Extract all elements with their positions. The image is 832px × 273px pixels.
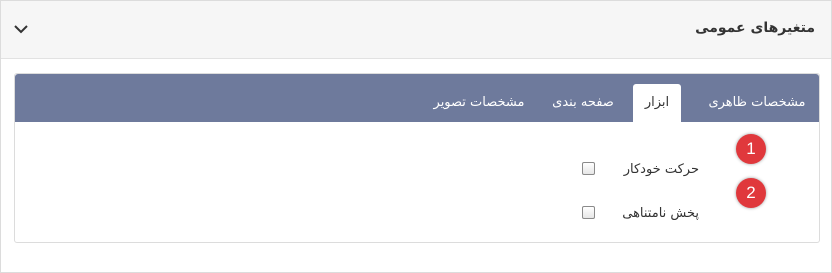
tab-tools[interactable]: ابزار	[633, 84, 681, 122]
autoplay-checkbox[interactable]	[582, 162, 595, 175]
general-variables-panel: متغیرهای عمومی مشخصات ظاهری ابزار صفحه ب…	[0, 0, 832, 273]
tab-appearance[interactable]: مشخصات ظاهری	[705, 84, 809, 122]
marker-badge-1: 1	[736, 134, 766, 164]
autoplay-label: حرکت خودکار	[623, 162, 699, 177]
tab-image-settings[interactable]: مشخصات تصویر	[425, 84, 533, 122]
infinite-loop-label: پخش نامتناهی	[622, 206, 699, 221]
option-row-infinite-loop: پخش نامتناهی	[15, 200, 819, 230]
chevron-down-icon[interactable]	[13, 23, 29, 35]
marker-badge-2: 2	[736, 178, 766, 208]
panel-title: متغیرهای عمومی	[695, 20, 815, 36]
panel-header[interactable]: متغیرهای عمومی	[1, 1, 831, 59]
tab-pagination[interactable]: صفحه بندی	[537, 84, 629, 122]
option-row-autoplay: حرکت خودکار	[15, 156, 819, 186]
tab-bar: مشخصات ظاهری ابزار صفحه بندی مشخصات تصوی…	[15, 74, 819, 122]
settings-page: متغیرهای عمومی مشخصات ظاهری ابزار صفحه ب…	[0, 0, 832, 273]
tabs-container: مشخصات ظاهری ابزار صفحه بندی مشخصات تصوی…	[14, 73, 820, 243]
infinite-loop-checkbox[interactable]	[582, 206, 595, 219]
